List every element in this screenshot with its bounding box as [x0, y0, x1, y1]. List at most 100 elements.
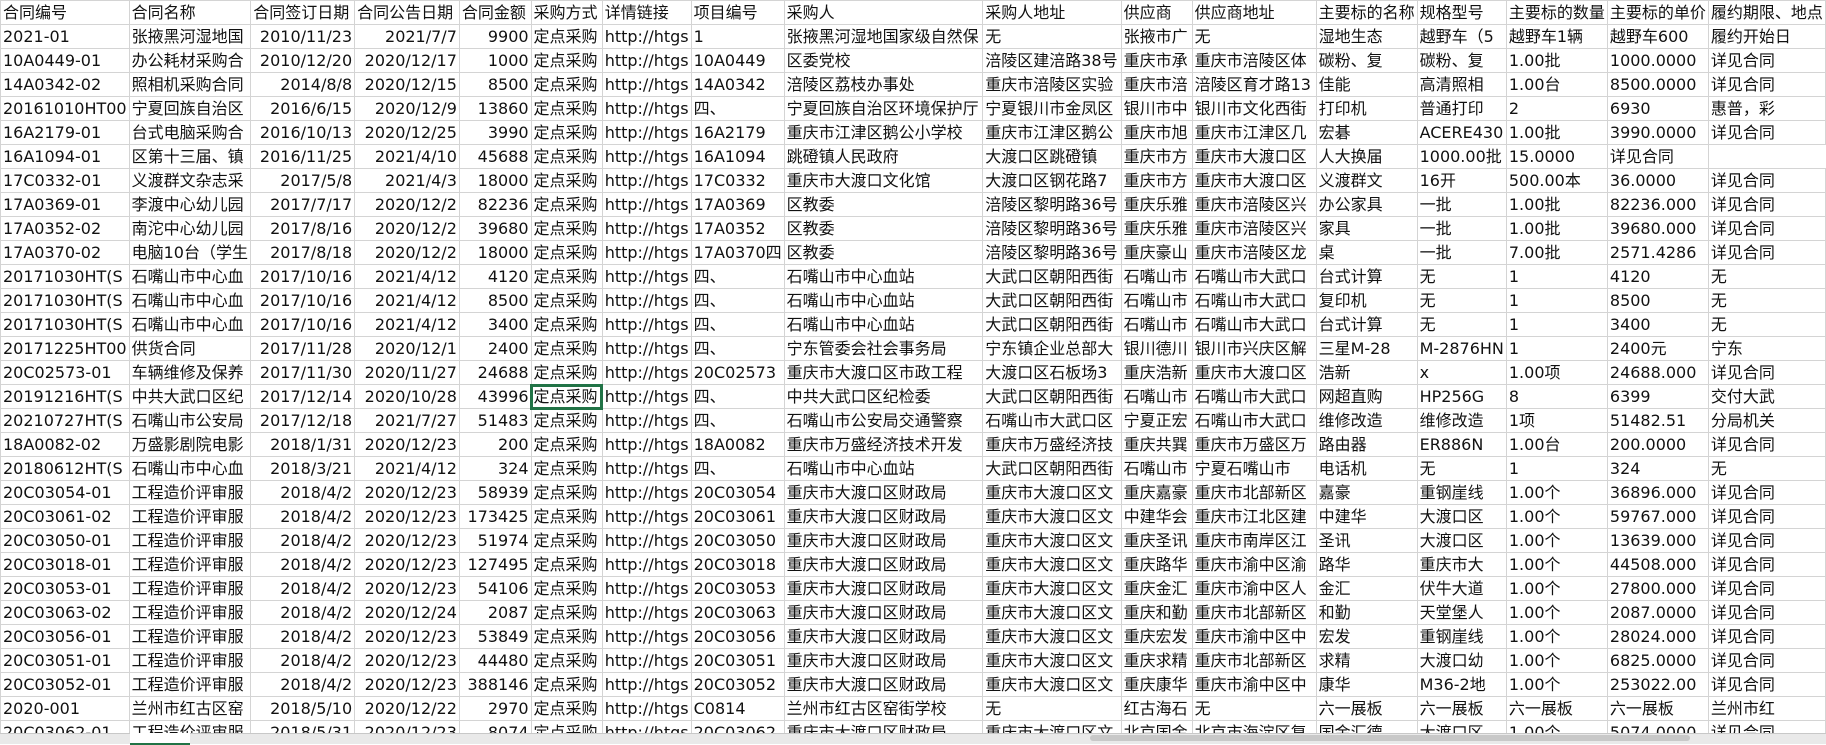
- table-cell[interactable]: 51483: [458, 408, 532, 433]
- table-cell[interactable]: 红古海石: [1120, 696, 1193, 721]
- table-cell[interactable]: 173425: [458, 504, 532, 529]
- table-cell[interactable]: 大武口区朝阳西街: [982, 288, 1122, 313]
- table-cell[interactable]: 大武口区朝阳西街: [982, 312, 1122, 337]
- table-cell[interactable]: 2020/12/22: [354, 696, 460, 721]
- table-cell[interactable]: 17A0369: [690, 192, 785, 217]
- table-cell[interactable]: 2020/12/2: [354, 192, 460, 217]
- table-cell[interactable]: 重庆市江津区鹅公小学校: [783, 120, 984, 145]
- table-cell[interactable]: 网超直购: [1315, 384, 1418, 409]
- table-cell[interactable]: 2017/8/16: [250, 216, 356, 241]
- table-cell[interactable]: 2020/12/1: [354, 336, 460, 361]
- table-cell[interactable]: 重庆市涪陵区龙: [1191, 240, 1317, 265]
- table-cell[interactable]: 供货合同: [128, 336, 252, 361]
- table-cell[interactable]: 2020/12/23: [354, 480, 460, 505]
- table-cell[interactable]: 1.00台: [1505, 72, 1608, 97]
- table-cell[interactable]: 兰州市红古区窑: [128, 696, 252, 721]
- table-cell[interactable]: 台式计算: [1315, 264, 1418, 289]
- table-cell[interactable]: http://htgs: [601, 192, 692, 217]
- table-cell[interactable]: 详见合同: [1707, 576, 1826, 601]
- table-cell[interactable]: http://htgs: [601, 552, 692, 577]
- table-cell[interactable]: 兰州市红古区窑街学校: [783, 696, 984, 721]
- table-cell[interactable]: 重庆市万盛区万: [1191, 432, 1317, 457]
- table-cell[interactable]: http://htgs: [601, 96, 692, 121]
- table-cell[interactable]: 石嘴山市: [1120, 384, 1193, 409]
- table-cell[interactable]: 详见合同: [1707, 480, 1826, 505]
- table-cell[interactable]: 涪陵区黎明路36号: [982, 240, 1122, 265]
- table-cell[interactable]: 宁东镇企业总部大: [982, 336, 1122, 361]
- table-cell[interactable]: 20C03052: [690, 672, 785, 697]
- table-cell[interactable]: 重钢崖线: [1416, 624, 1507, 649]
- table-cell[interactable]: http://htgs: [601, 696, 692, 721]
- table-cell[interactable]: 36896.000: [1606, 480, 1709, 505]
- table-cell[interactable]: 无: [1416, 312, 1507, 337]
- table-cell[interactable]: 200: [458, 432, 532, 457]
- table-cell[interactable]: 重庆市大渡口区文: [982, 552, 1122, 577]
- column-header-cell[interactable]: 项目编号: [690, 0, 785, 25]
- table-cell[interactable]: 区教委: [783, 192, 984, 217]
- table-cell[interactable]: 2020/12/2: [354, 240, 460, 265]
- column-header-cell[interactable]: 供应商: [1120, 0, 1193, 25]
- table-cell[interactable]: 8500: [458, 72, 532, 97]
- table-cell[interactable]: 2020/12/23: [354, 624, 460, 649]
- table-cell[interactable]: 2021/4/3: [354, 168, 460, 193]
- table-cell[interactable]: http://htgs: [601, 288, 692, 313]
- table-cell[interactable]: 20C03050: [690, 528, 785, 553]
- table-cell[interactable]: 定点采购: [530, 456, 603, 481]
- table-cell[interactable]: 2010/11/23: [250, 24, 356, 49]
- table-cell[interactable]: 253022.00: [1606, 672, 1709, 697]
- table-cell[interactable]: 定点采购: [530, 144, 603, 169]
- table-cell[interactable]: 石嘴山市中心血: [128, 456, 252, 481]
- table-cell[interactable]: 2020/12/23: [354, 504, 460, 529]
- table-cell[interactable]: 16A2179-01: [0, 120, 130, 145]
- table-cell[interactable]: 17C0332: [690, 168, 785, 193]
- table-cell[interactable]: 无: [1191, 24, 1317, 49]
- table-cell[interactable]: 定点采购: [530, 72, 603, 97]
- table-cell[interactable]: 六一展板: [1505, 696, 1608, 721]
- table-cell[interactable]: 重庆市大渡口区财政局: [783, 672, 984, 697]
- table-cell[interactable]: 8500: [458, 288, 532, 313]
- table-cell[interactable]: 详见合同: [1707, 552, 1826, 577]
- table-cell[interactable]: ACERE430: [1416, 120, 1507, 145]
- table-cell[interactable]: 20C03018: [690, 552, 785, 577]
- table-cell[interactable]: 维修改造: [1416, 408, 1507, 433]
- table-cell[interactable]: http://htgs: [601, 672, 692, 697]
- table-cell[interactable]: http://htgs: [601, 48, 692, 73]
- table-cell[interactable]: 区教委: [783, 216, 984, 241]
- table-cell[interactable]: 500.00本: [1505, 168, 1608, 193]
- table-cell[interactable]: 2021/7/27: [354, 408, 460, 433]
- table-cell[interactable]: 宁东管委会社会事务局: [783, 336, 984, 361]
- table-cell[interactable]: 无: [1707, 288, 1826, 313]
- table-cell[interactable]: 59767.000: [1606, 504, 1709, 529]
- table-cell[interactable]: 定点采购: [530, 552, 603, 577]
- table-cell[interactable]: 2016/10/13: [250, 120, 356, 145]
- table-cell[interactable]: 定点采购: [530, 504, 603, 529]
- table-cell[interactable]: 宏发: [1315, 624, 1418, 649]
- table-cell[interactable]: 重庆乐雅: [1120, 192, 1193, 217]
- table-cell[interactable]: 重庆求精: [1120, 648, 1193, 673]
- table-cell[interactable]: 20C03063: [690, 600, 785, 625]
- table-cell[interactable]: 17C0332-01: [0, 168, 130, 193]
- table-cell[interactable]: 2017/5/8: [250, 168, 356, 193]
- table-cell[interactable]: 伏牛大道: [1416, 576, 1507, 601]
- table-cell[interactable]: 石嘴山市中心血: [128, 264, 252, 289]
- table-cell[interactable]: 工程造价评审服: [128, 480, 252, 505]
- table-cell[interactable]: 重庆市江津区鹅公: [982, 120, 1122, 145]
- table-cell[interactable]: 1.00个: [1505, 552, 1608, 577]
- table-cell[interactable]: 13639.000: [1606, 528, 1709, 553]
- table-cell[interactable]: 17A0370四: [690, 240, 785, 265]
- table-cell[interactable]: 详见合同: [1707, 528, 1826, 553]
- table-cell[interactable]: 复印机: [1315, 288, 1418, 313]
- table-cell[interactable]: 20C03054: [690, 480, 785, 505]
- table-cell[interactable]: 4120: [1606, 264, 1709, 289]
- table-cell[interactable]: 涪陵区建涪路38号: [982, 48, 1122, 73]
- table-cell[interactable]: 17A0370-02: [0, 240, 130, 265]
- table-cell[interactable]: 388146: [458, 672, 532, 697]
- table-cell[interactable]: 2018/4/2: [250, 528, 356, 553]
- table-cell[interactable]: 20171030HT(S: [0, 264, 130, 289]
- column-header-cell[interactable]: 合同公告日期: [354, 0, 460, 25]
- table-cell[interactable]: 嘉豪: [1315, 480, 1418, 505]
- table-cell[interactable]: 定点采购: [530, 480, 603, 505]
- table-cell[interactable]: 2020/11/27: [354, 360, 460, 385]
- table-cell[interactable]: 宁夏正宏: [1120, 408, 1193, 433]
- table-cell[interactable]: 中建华: [1315, 504, 1418, 529]
